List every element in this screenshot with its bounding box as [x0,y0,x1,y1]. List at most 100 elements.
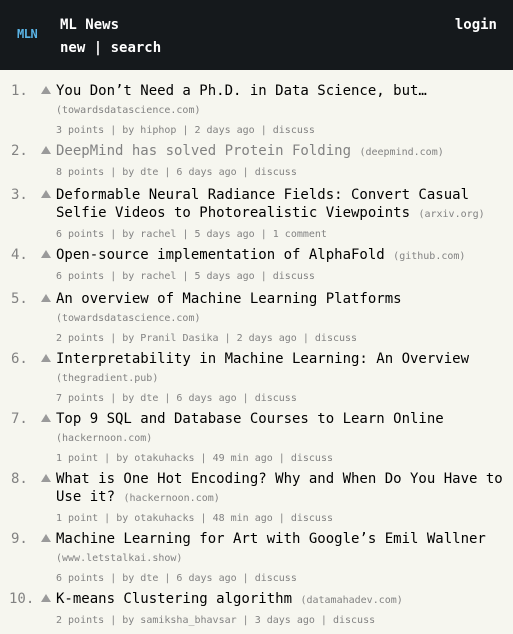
subtext-separator: | [158,573,177,584]
story-age[interactable]: 49 min ago [213,453,273,464]
story-title[interactable]: Machine Learning for Art with Google’s E… [56,531,486,547]
story-rank: 4. [11,247,28,263]
story-title[interactable]: Top 9 SQL and Database Courses to Learn … [56,411,444,427]
story-domain[interactable]: (towardsdatascience.com) [56,313,201,324]
subtext-separator: | [104,167,123,178]
story-age[interactable]: 6 days ago [176,573,236,584]
nav-search-link[interactable]: search [111,40,162,56]
story-subtext: 6 points | by rachel | 5 days ago | disc… [56,271,513,283]
story-comments-link[interactable]: discuss [333,615,375,626]
upvote-arrow-icon[interactable] [41,190,51,198]
story-title-line: DeepMind has solved Protein Folding (dee… [56,142,507,162]
story-domain[interactable]: (towardsdatascience.com) [56,105,201,116]
story-comments-link[interactable]: discuss [315,333,357,344]
story-comments-link[interactable]: 1 comment [273,229,327,240]
story-user[interactable]: by dte [122,573,158,584]
story-item: 6. Interpretability in Machine Learning:… [0,350,513,410]
story-item: 3. Deformable Neural Radiance Fields: Co… [0,186,513,246]
upvote-arrow-icon[interactable] [41,414,51,422]
story-domain[interactable]: (deepmind.com) [359,147,443,158]
story-comments-link[interactable]: discuss [273,125,315,136]
story-age[interactable]: 5 days ago [194,229,254,240]
upvote-arrow-icon[interactable] [41,250,51,258]
story-domain[interactable]: (hackernoon.com) [123,493,219,504]
story-comments-link[interactable]: discuss [291,513,333,524]
story-title[interactable]: Interpretability in Machine Learning: An… [56,351,469,367]
upvote-arrow-icon[interactable] [41,534,51,542]
story-age[interactable]: 48 min ago [213,513,273,524]
story-title-line: Machine Learning for Art with Google’s E… [56,530,507,568]
story-comments-link[interactable]: discuss [255,393,297,404]
story-user[interactable]: by dte [122,167,158,178]
story-domain[interactable]: (thegradient.pub) [56,373,158,384]
story-title-line: K-means Clustering algorithm (datamahade… [56,590,507,610]
story-points: 1 point [56,453,99,464]
subtext-separator: | [236,573,255,584]
story-age[interactable]: 5 days ago [194,271,254,282]
story-title-line: You Don’t Need a Ph.D. in Data Science, … [56,82,507,120]
story-points: 2 points [56,615,105,626]
story-comments-link[interactable]: discuss [291,453,333,464]
story-user[interactable]: by samiksha_bhavsar [122,615,236,626]
subtext-separator: | [272,453,291,464]
story-subtext: 2 points | by samiksha_bhavsar | 3 days … [56,615,513,627]
story-comments-link[interactable]: discuss [255,573,297,584]
story-age[interactable]: 6 days ago [176,393,236,404]
site-title[interactable]: ML News [60,17,119,33]
logo[interactable]: MLN [17,27,38,41]
story-user[interactable]: by dte [122,393,158,404]
story-age[interactable]: 2 days ago [194,125,254,136]
story-domain[interactable]: (www.letstalkai.show) [56,553,182,564]
story-age[interactable]: 3 days ago [255,615,315,626]
story-domain[interactable]: (datamahadev.com) [300,595,402,606]
story-user[interactable]: by otakuhacks [116,453,194,464]
story-user[interactable]: by rachel [122,271,176,282]
story-title[interactable]: An overview of Machine Learning Platform… [56,291,402,307]
story-title[interactable]: You Don’t Need a Ph.D. in Data Science, … [56,83,427,99]
story-subtext: 8 points | by dte | 6 days ago | discuss [56,167,513,179]
story-subtext: 6 points | by dte | 6 days ago | discuss [56,573,513,585]
story-title[interactable]: K-means Clustering algorithm [56,591,292,607]
story-user[interactable]: by Pranil Dasika [122,333,218,344]
subtext-separator: | [254,271,273,282]
subtext-separator: | [254,229,273,240]
upvote-arrow-icon[interactable] [41,86,51,94]
story-rank: 7. [11,411,28,427]
story-domain[interactable]: (hackernoon.com) [56,433,152,444]
story-list: 1. You Don’t Need a Ph.D. in Data Scienc… [0,82,513,634]
login-link[interactable]: login [455,17,497,33]
story-domain[interactable]: (arxiv.org) [418,209,484,220]
story-rank: 10. [9,591,35,607]
upvote-arrow-icon[interactable] [41,294,51,302]
story-comments-link[interactable]: discuss [273,271,315,282]
upvote-arrow-icon[interactable] [41,146,51,154]
story-age[interactable]: 6 days ago [176,167,236,178]
story-title[interactable]: Open-source implementation of AlphaFold [56,247,385,263]
upvote-arrow-icon[interactable] [41,354,51,362]
upvote-arrow-icon[interactable] [41,594,51,602]
story-domain[interactable]: (github.com) [393,251,465,262]
story-title[interactable]: DeepMind has solved Protein Folding [56,143,351,159]
nav-new-link[interactable]: new [60,40,85,56]
story-item: 8. What is One Hot Encoding? Why and Whe… [0,470,513,530]
story-title[interactable]: Deformable Neural Radiance Fields: Conve… [56,187,469,221]
story-points: 2 points [56,333,105,344]
story-item: 9. Machine Learning for Art with Google’… [0,530,513,590]
story-age[interactable]: 2 days ago [237,333,297,344]
upvote-arrow-icon[interactable] [41,474,51,482]
story-subtext: 7 points | by dte | 6 days ago | discuss [56,393,513,405]
story-user[interactable]: by hiphop [122,125,176,136]
story-rank: 1. [11,83,28,99]
story-rank: 9. [11,531,28,547]
story-user[interactable]: by otakuhacks [116,513,194,524]
subtext-separator: | [98,453,117,464]
top-bar: MLN ML News new | search login [0,0,513,70]
story-rank: 6. [11,351,28,367]
subtext-separator: | [176,125,195,136]
subtext-separator: | [176,229,195,240]
subtext-separator: | [104,271,123,282]
subtext-separator: | [98,513,117,524]
subtext-separator: | [296,333,315,344]
story-user[interactable]: by rachel [122,229,176,240]
story-comments-link[interactable]: discuss [255,167,297,178]
